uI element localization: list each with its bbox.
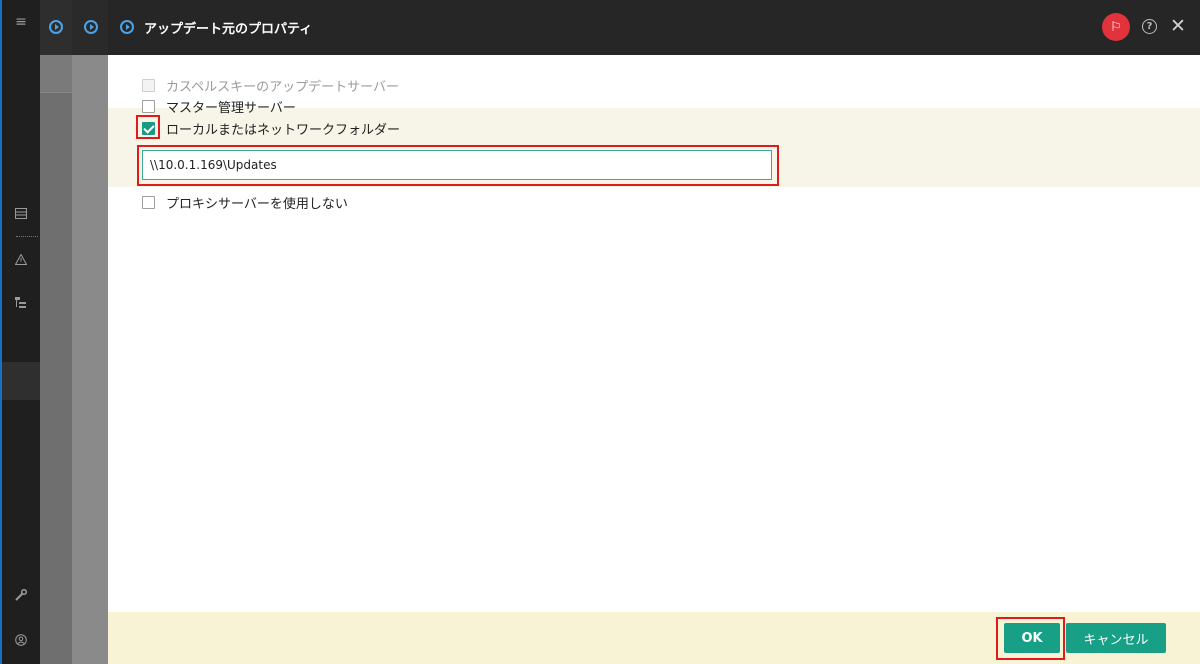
checkbox[interactable] — [142, 78, 155, 92]
option-kaspersky-update-server[interactable]: カスペルスキーのアップデートサーバー — [108, 74, 399, 96]
devices-tree-icon[interactable] — [2, 291, 40, 315]
app-window: ≡ アップデート元のプロパティ ⚐ ? ✕ カスペルスキーのアップデートサーバー… — [0, 0, 1200, 664]
dialog-footer: OK キャンセル — [108, 612, 1200, 664]
option-administration-server[interactable]: マスター管理サーバー — [108, 95, 296, 117]
cancel-button[interactable]: キャンセル — [1066, 623, 1166, 653]
option-local-network-folder[interactable]: ローカルまたはネットワークフォルダー — [108, 117, 400, 139]
checkbox[interactable] — [142, 195, 155, 209]
sidebar-divider — [16, 236, 38, 237]
checkbox-checked[interactable] — [142, 121, 155, 135]
option-no-proxy[interactable]: プロキシサーバーを使用しない — [108, 191, 348, 213]
folder-path-input[interactable] — [142, 150, 772, 180]
dialog-header: アップデート元のプロパティ ⚐ ? ✕ — [108, 0, 1200, 55]
background-panel-2 — [72, 0, 108, 664]
expand-panel-icon[interactable] — [49, 20, 63, 34]
background-panel-1-header — [40, 0, 72, 55]
dialog-body: カスペルスキーのアップデートサーバー マスター管理サーバー ローカルまたはネット… — [108, 55, 1200, 612]
menu-icon[interactable]: ≡ — [2, 10, 40, 34]
monitoring-icon[interactable] — [2, 201, 40, 225]
warning-icon[interactable] — [2, 247, 40, 271]
dialog-title: アップデート元のプロパティ — [144, 22, 313, 37]
close-icon[interactable]: ✕ — [1170, 15, 1186, 37]
option-label: マスター管理サーバー — [166, 100, 296, 116]
option-label: カスペルスキーのアップデートサーバー — [166, 79, 399, 95]
flag-icon[interactable]: ⚐ — [1102, 13, 1130, 41]
background-panel-1 — [40, 0, 72, 664]
option-label: ローカルまたはネットワークフォルダー — [166, 122, 401, 138]
checkbox[interactable] — [142, 99, 155, 113]
dialog-expand-icon[interactable] — [120, 20, 134, 34]
background-panel-2-header — [72, 0, 108, 55]
help-icon[interactable]: ? — [1142, 19, 1157, 34]
expand-panel-icon[interactable] — [84, 20, 98, 34]
wrench-icon[interactable] — [2, 583, 40, 607]
user-account-icon[interactable] — [2, 628, 40, 652]
update-source-properties-dialog: アップデート元のプロパティ ⚐ ? ✕ カスペルスキーのアップデートサーバー マ… — [108, 0, 1200, 664]
option-label: プロキシサーバーを使用しない — [166, 196, 348, 212]
ok-button[interactable]: OK — [1004, 623, 1060, 653]
sidebar-active-item[interactable] — [2, 362, 40, 400]
app-sidebar: ≡ — [0, 0, 40, 664]
background-panel-1-toolbar — [40, 55, 72, 93]
